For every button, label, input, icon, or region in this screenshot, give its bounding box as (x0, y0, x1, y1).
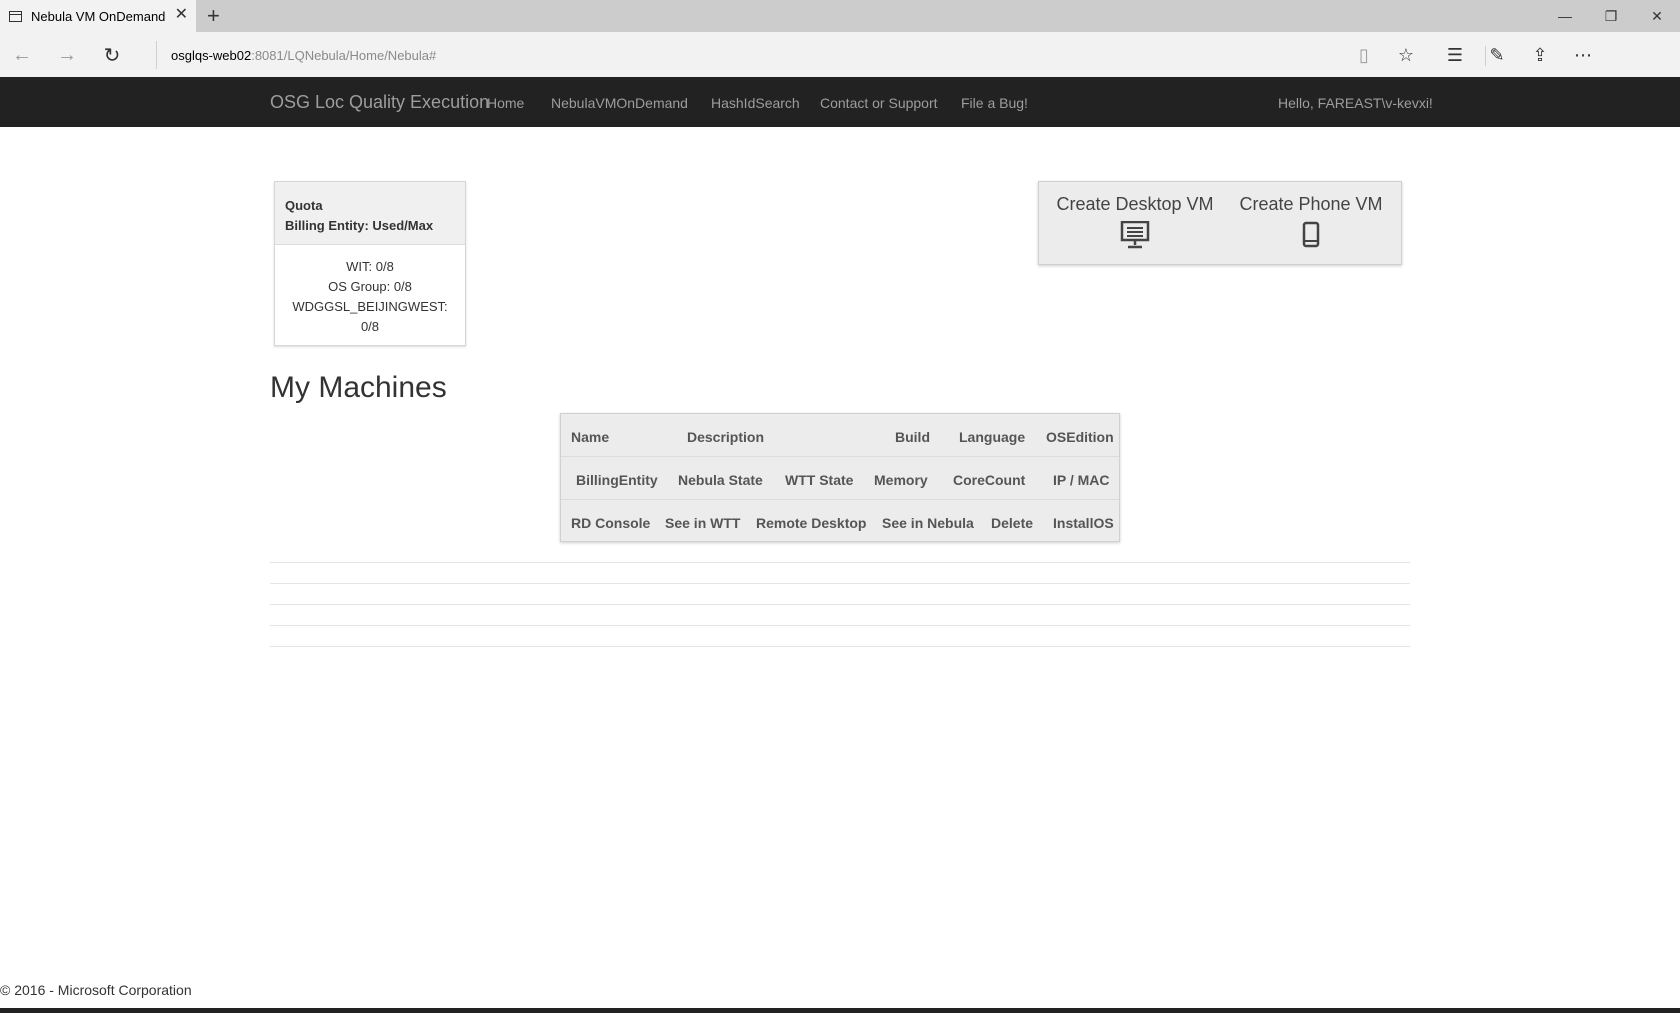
phone-icon (1302, 221, 1320, 248)
quota-line: WIT: 0/8 (346, 259, 394, 274)
nav-file-bug[interactable]: File a Bug! (961, 95, 1028, 111)
share-icon[interactable]: ⇪ (1525, 40, 1555, 70)
address-input[interactable]: osglqs-web02:8081/LQNebula/Home/Nebula# (156, 41, 1406, 69)
column-row-3: RD Console See in WTT Remote Desktop See… (561, 499, 1119, 542)
col-install-os[interactable]: InstallOS (1053, 515, 1114, 531)
quota-header: Quota Billing Entity: Used/Max (275, 182, 465, 245)
col-see-in-wtt[interactable]: See in WTT (665, 515, 740, 531)
column-row-1: Name Description Build Language OSEditio… (561, 414, 1119, 457)
url-host: osglqs-web02 (171, 47, 252, 63)
create-vm-panel: Create Desktop VM Create Phone VM (1038, 181, 1402, 265)
web-note-icon[interactable]: ✎ (1482, 40, 1512, 70)
col-remote-desktop[interactable]: Remote Desktop (756, 515, 866, 531)
quota-body: WIT: 0/8 OS Group: 0/8 WDGGSL_BEIJINGWES… (275, 245, 465, 337)
quota-line: WDGGSL_BEIJINGWEST: (292, 299, 448, 314)
close-window-icon[interactable]: ✕ (1634, 0, 1680, 32)
col-name[interactable]: Name (571, 429, 609, 445)
column-row-2: BillingEntity Nebula State WTT State Mem… (561, 456, 1119, 499)
table-divider (270, 562, 1410, 563)
col-wtt-state[interactable]: WTT State (785, 472, 853, 488)
col-ip-mac[interactable]: IP / MAC (1053, 472, 1110, 488)
site-navbar: OSG Loc Quality Execution Home NebulaVMO… (0, 77, 1680, 127)
close-tab-icon[interactable]: ✕ (175, 7, 188, 23)
col-see-in-nebula[interactable]: See in Nebula (882, 515, 974, 531)
hub-icon[interactable]: ☰ (1440, 40, 1470, 70)
quota-panel: Quota Billing Entity: Used/Max WIT: 0/8 … (274, 181, 466, 346)
create-desktop-vm-label: Create Desktop VM (1056, 194, 1214, 214)
reading-view-icon[interactable]: ▯ (1349, 40, 1379, 70)
table-divider (270, 604, 1410, 605)
my-machines-heading: My Machines (270, 371, 447, 404)
quota-title: Quota (285, 198, 323, 213)
tab-title: Nebula VM OnDemand (31, 8, 166, 24)
back-icon[interactable]: ← (7, 40, 37, 70)
browser-tab-bar: Nebula VM OnDemand ✕ + — ❐ ✕ (0, 0, 1680, 32)
col-core-count[interactable]: CoreCount (953, 472, 1025, 488)
table-divider (270, 625, 1410, 626)
footer-copyright: © 2016 - Microsoft Corporation (0, 982, 192, 998)
bottom-bar (0, 1008, 1680, 1013)
nav-hashid-search[interactable]: HashIdSearch (711, 95, 800, 111)
col-language[interactable]: Language (959, 429, 1025, 445)
col-nebula-state[interactable]: Nebula State (678, 472, 763, 488)
forward-icon[interactable]: → (52, 40, 82, 70)
col-osedition[interactable]: OSEdition (1046, 429, 1114, 445)
nav-home[interactable]: Home (487, 95, 524, 111)
favorite-star-icon[interactable]: ☆ (1391, 40, 1421, 70)
col-build[interactable]: Build (895, 429, 930, 445)
page-icon (9, 10, 22, 22)
address-toolbar: ← → ↻ osglqs-web02:8081/LQNebula/Home/Ne… (0, 32, 1680, 77)
user-greeting[interactable]: Hello, FAREAST\v-kevxi! (1278, 95, 1433, 111)
col-memory[interactable]: Memory (874, 472, 928, 488)
col-rd-console[interactable]: RD Console (571, 515, 650, 531)
minimize-icon[interactable]: — (1542, 0, 1588, 32)
desktop-icon (1120, 221, 1150, 249)
table-divider (270, 646, 1410, 647)
create-desktop-vm-button[interactable]: Create Desktop VM (1049, 194, 1221, 249)
new-tab-icon[interactable]: + (207, 3, 220, 29)
col-description[interactable]: Description (687, 429, 764, 445)
create-phone-vm-label: Create Phone VM (1239, 194, 1383, 214)
col-delete[interactable]: Delete (991, 515, 1033, 531)
url-path: :8081/LQNebula/Home/Nebula# (251, 47, 437, 63)
nav-contact-support[interactable]: Contact or Support (820, 95, 938, 111)
more-icon[interactable]: ⋯ (1568, 40, 1598, 70)
restore-icon[interactable]: ❐ (1588, 0, 1634, 32)
table-divider (270, 583, 1410, 584)
quota-line: 0/8 (360, 319, 380, 334)
machines-column-header: Name Description Build Language OSEditio… (560, 413, 1120, 542)
col-billing-entity[interactable]: BillingEntity (576, 472, 658, 488)
create-phone-vm-button[interactable]: Create Phone VM (1231, 194, 1391, 249)
quota-subtitle: Billing Entity: Used/Max (285, 218, 434, 233)
brand-link[interactable]: OSG Loc Quality Execution (270, 92, 489, 113)
browser-tab[interactable]: Nebula VM OnDemand ✕ (0, 0, 196, 32)
nav-nebula-vm-ondemand[interactable]: NebulaVMOnDemand (551, 95, 688, 111)
refresh-icon[interactable]: ↻ (97, 40, 127, 70)
quota-line: OS Group: 0/8 (328, 279, 412, 294)
